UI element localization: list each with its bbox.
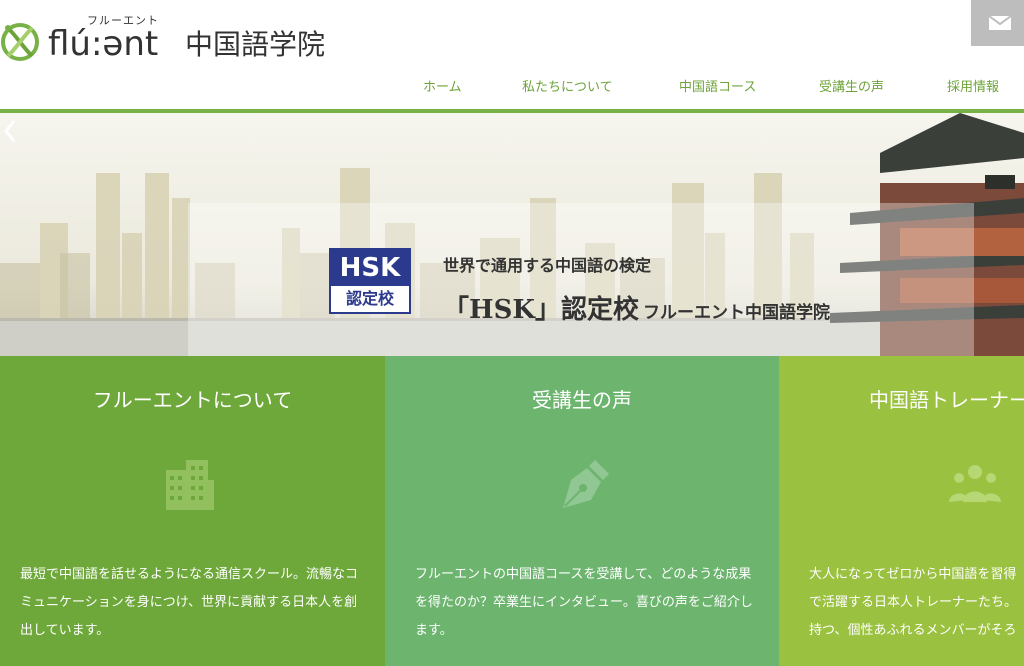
hero-slider: HSK 認定校 世界で通用する中国語の検定 「HSK」認定校 フルーエント中国語学… — [0, 113, 1024, 356]
site-logo[interactable]: フルーエント flú:ənt 中国語学院 — [0, 6, 360, 72]
card-about-description: 最短で中国語を話せるようになる通信スクール。流暢なコミュニケーションを身につけ、… — [20, 567, 359, 638]
nav-item-courses[interactable]: 中国語コース — [679, 76, 756, 95]
nav-item-testimonials[interactable]: 受講生の声 — [819, 76, 884, 95]
logo-school-name: 中国語学院 — [185, 28, 326, 61]
card-about[interactable]: フルーエントについて 最短で中国語を話せるようになる通信スクール。流暢なコミュニ… — [0, 356, 385, 666]
slider-prev-arrow-icon[interactable] — [0, 113, 20, 149]
hero-subtitle: 世界で通用する中国語の検定 — [443, 256, 652, 275]
card-trainers-description-line: で活躍する日本人トレーナーたち。 — [809, 595, 1018, 610]
card-trainers[interactable]: 中国語トレーナー 大人になってゼロから中国語を習得 で活躍する日本人トレーナーた… — [779, 356, 1024, 666]
card-testimonials-title: 受講生の声 — [532, 388, 632, 412]
card-testimonials[interactable]: 受講生の声 フルーエントの中国語コースを受講して、どのような成果を得たのか？卒業… — [385, 356, 779, 666]
nav-item-about[interactable]: 私たちについて — [522, 76, 613, 95]
nav-item-careers[interactable]: 採用情報 — [947, 76, 999, 95]
hsk-badge-top: HSK — [331, 250, 409, 286]
site-header: フルーエント flú:ənt 中国語学院 ホーム 私たちについて 中国語コース … — [0, 0, 1024, 113]
contact-mail-button[interactable] — [971, 0, 1024, 46]
card-testimonials-description: フルーエントの中国語コースを受講して、どのような成果を得たのか？卒業生にインタビ… — [415, 567, 753, 638]
pen-nib-icon — [563, 460, 609, 508]
nav-item-home[interactable]: ホーム — [423, 76, 462, 95]
hero-title-school: フルーエント中国語学院 — [642, 303, 830, 323]
hero-title: 「HSK」認定校 フルーエント中国語学院 — [443, 289, 830, 326]
hsk-badge: HSK 認定校 — [329, 248, 411, 314]
mail-icon — [988, 15, 1012, 30]
hsk-badge-bottom: 認定校 — [345, 289, 394, 308]
hero-text-panel — [188, 203, 974, 356]
main-nav: ホーム 私たちについて 中国語コース 受講生の声 採用情報 — [0, 76, 1024, 98]
people-group-icon — [949, 465, 1001, 502]
hero-title-main: 「HSK」認定校 — [443, 295, 639, 325]
card-trainers-description: 大人になってゼロから中国語を習得 で活躍する日本人トレーナーたち。 持つ、個性あ… — [809, 561, 1024, 645]
logo-wordmark: flú:ənt — [48, 24, 159, 64]
logo-mark-icon — [1, 23, 39, 61]
card-about-title: フルーエントについて — [92, 388, 293, 412]
building-icon — [166, 460, 214, 510]
card-trainers-description-line: 大人になってゼロから中国語を習得 — [809, 567, 1017, 582]
card-trainers-title: 中国語トレーナー — [869, 388, 1024, 412]
card-trainers-description-line: 持つ、個性あふれるメンバーがそろ — [809, 623, 1017, 638]
